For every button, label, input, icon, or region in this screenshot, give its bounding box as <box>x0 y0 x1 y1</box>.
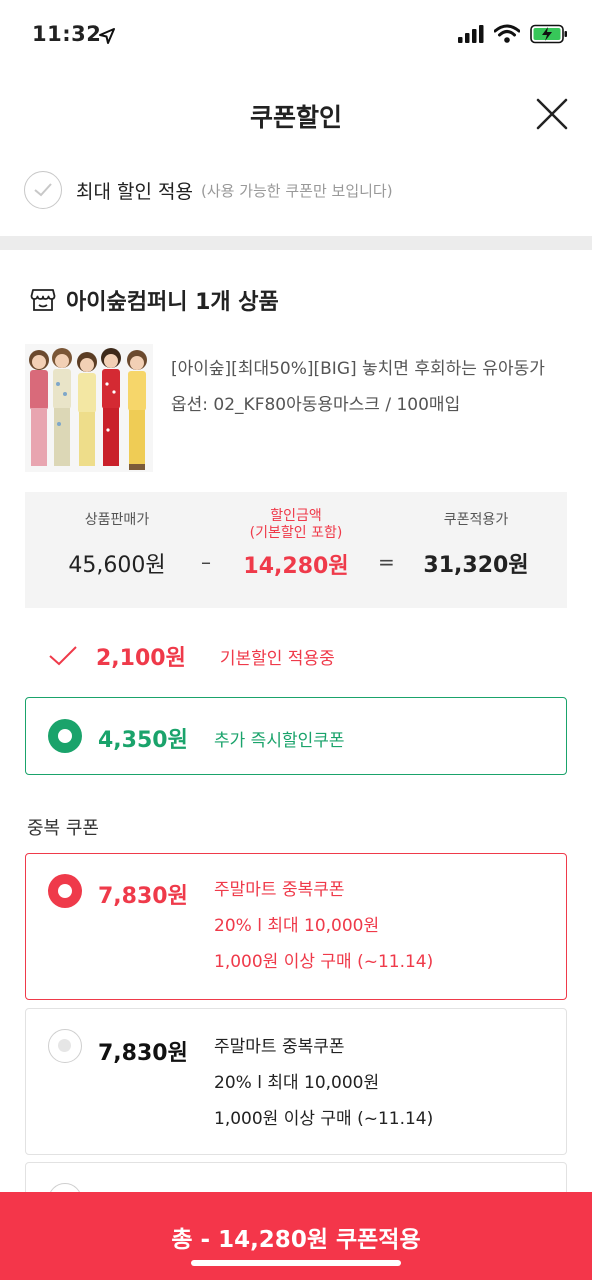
stack-coupon-details: 주말마트 중복쿠폰 20% l 최대 10,000원 1,000원 이상 구매 … <box>214 872 433 980</box>
instant-coupon-option[interactable]: 4,350원 추가 즉시할인쿠폰 <box>25 697 567 775</box>
final-price-value: 31,320원 <box>423 553 529 578</box>
discount-column: 할인금액 (기본할인 포함) 14,280원 <box>221 508 371 580</box>
stack-coupon-amount: 7,830원 <box>98 1041 188 1066</box>
minus-sign: – <box>201 550 211 574</box>
product-image <box>25 344 153 472</box>
status-bar: 11:32 <box>0 0 592 70</box>
stack-coupon-title: 주말마트 중복쿠폰 <box>214 880 345 900</box>
product-option: 옵션: 02_KF80아동용마스크 / 100매입 <box>171 395 461 415</box>
stack-coupon-radio[interactable] <box>48 1029 82 1063</box>
stack-coupon-option[interactable]: 7,830원 주말마트 중복쿠폰 20% l 최대 10,000원 1,000원… <box>25 853 567 1000</box>
stack-coupon-detail: 20% l 최대 10,000원 <box>214 1073 380 1093</box>
seller-header: 아이숲컴퍼니 1개 상품 <box>30 284 279 316</box>
status-icons <box>458 24 568 44</box>
wifi-icon <box>494 24 520 43</box>
stack-coupon-details: 주말마트 중복쿠폰 20% l 최대 10,000원 1,000원 이상 구매 … <box>214 1029 433 1137</box>
check-icon <box>34 183 52 197</box>
sale-price-label: 상품판매가 <box>84 512 150 528</box>
instant-coupon-radio[interactable] <box>48 719 82 753</box>
cellular-signal-icon <box>458 25 484 43</box>
final-price-label: 쿠폰적용가 <box>443 512 509 528</box>
stack-coupon-amount: 7,830원 <box>98 884 188 909</box>
basic-discount-label: 기본할인 적용중 <box>219 648 335 669</box>
max-discount-checkbox[interactable] <box>24 171 62 209</box>
discount-sublabel: (기본할인 포함) <box>249 525 343 541</box>
discount-label: 할인금액 <box>270 508 322 524</box>
sale-price-column: 상품판매가 45,600원 <box>47 512 187 579</box>
final-price-column: 쿠폰적용가 31,320원 <box>401 512 551 579</box>
instant-coupon-amount: 4,350원 <box>98 728 188 753</box>
price-summary: 상품판매가 45,600원 – 할인금액 (기본할인 포함) 14,280원 =… <box>25 492 567 608</box>
close-icon <box>536 98 568 130</box>
equals-sign: = <box>378 550 395 574</box>
max-discount-hint: (사용 가능한 쿠폰만 보입니다) <box>200 181 393 200</box>
home-indicator[interactable] <box>191 1260 401 1266</box>
instant-coupon-label: 추가 즉시할인쿠폰 <box>214 731 345 751</box>
stack-coupon-detail: 20% l 최대 10,000원 <box>214 916 380 936</box>
max-discount-label: 최대 할인 적용 <box>76 180 193 203</box>
product-name: [아이숲][최대50%][BIG] 놓치면 후회하는 유아동가 <box>171 359 545 379</box>
stack-coupon-option[interactable]: 7,830원 주말마트 중복쿠폰 20% l 최대 10,000원 1,000원… <box>25 1008 567 1155</box>
sale-price-value: 45,600원 <box>68 553 166 578</box>
battery-charging-icon <box>530 24 567 44</box>
location-arrow-icon <box>99 28 115 44</box>
stack-coupon-title: 주말마트 중복쿠폰 <box>214 1037 345 1057</box>
basic-discount-amount: 2,100원 <box>96 646 186 671</box>
seller-name: 아이숲컴퍼니 1개 상품 <box>66 290 279 315</box>
basic-discount-row: 2,100원 기본할인 적용중 <box>48 640 335 672</box>
apply-coupon-label: 총 - 14,280원 쿠폰적용 <box>171 1227 421 1253</box>
close-button[interactable] <box>534 96 570 132</box>
stack-coupon-condition: 1,000원 이상 구매 (~11.14) <box>214 1109 434 1129</box>
page-title: 쿠폰할인 <box>249 103 342 132</box>
check-icon <box>49 646 77 666</box>
stack-coupon-section-label: 중복 쿠폰 <box>27 818 99 839</box>
store-icon <box>30 289 56 311</box>
modal-header: 쿠폰할인 <box>0 70 592 160</box>
section-divider <box>0 236 592 250</box>
max-discount-toggle[interactable]: 최대 할인 적용 (사용 가능한 쿠폰만 보입니다) <box>24 168 393 212</box>
status-time: 11:32 <box>32 22 102 46</box>
product-item: [아이숲][최대50%][BIG] 놓치면 후회하는 유아동가 옵션: 02_K… <box>25 344 575 474</box>
stack-coupon-radio[interactable] <box>48 874 82 908</box>
stack-coupon-condition: 1,000원 이상 구매 (~11.14) <box>214 952 434 972</box>
discount-value: 14,280원 <box>243 554 349 579</box>
apply-coupon-button[interactable]: 총 - 14,280원 쿠폰적용 <box>0 1192 592 1280</box>
